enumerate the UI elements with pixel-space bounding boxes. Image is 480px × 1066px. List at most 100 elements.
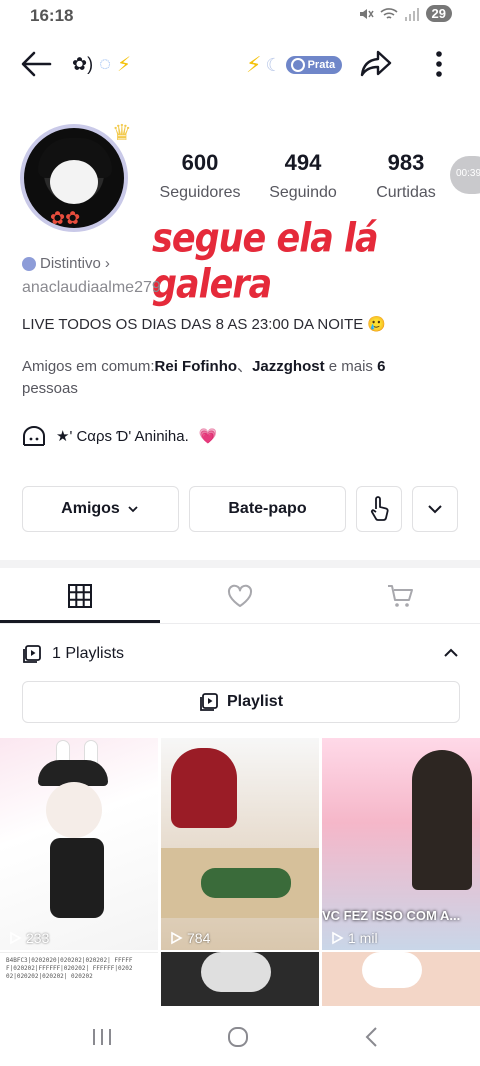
likes-count: 983 bbox=[387, 150, 425, 175]
thumbnail-head bbox=[46, 782, 102, 838]
title-symbols: ✿) bbox=[72, 54, 94, 74]
mutual-prefix: Amigos em comum: bbox=[22, 358, 155, 375]
playlist-button-label: Playlist bbox=[226, 693, 284, 710]
overlay-caption: segue ela lá galera bbox=[152, 216, 379, 308]
video-thumbnail[interactable]: 784 bbox=[161, 738, 319, 950]
video-grid: 233 784 VC FEZ ISSO COM A... 1 mil B4BFC… bbox=[0, 738, 480, 1008]
prata-badge-label: Prata bbox=[307, 59, 336, 71]
prata-badge[interactable]: Prata bbox=[285, 56, 343, 74]
arrow-left-icon bbox=[21, 51, 52, 77]
view-count: 233 bbox=[8, 930, 49, 946]
poke-button[interactable] bbox=[356, 486, 402, 532]
chevron-down-icon bbox=[428, 505, 442, 514]
profile-link-emoji: 💗 bbox=[198, 428, 218, 445]
active-tab-indicator bbox=[0, 620, 160, 623]
home-icon bbox=[228, 1027, 248, 1047]
thumbnail-legs bbox=[201, 868, 291, 898]
tab-shop[interactable] bbox=[320, 568, 480, 624]
chat-button[interactable]: Bate-papo bbox=[189, 486, 346, 532]
playlist-icon bbox=[23, 645, 41, 663]
lightning-icon: ⚡ bbox=[246, 52, 262, 77]
following-stat[interactable]: 494 Seguindo bbox=[253, 150, 353, 202]
status-icons: 29 bbox=[358, 5, 452, 22]
playlists-count-label: 1 Playlists bbox=[52, 645, 125, 662]
mute-icon bbox=[359, 8, 374, 19]
bunny-ear bbox=[201, 952, 271, 992]
playlist-button[interactable]: Playlist bbox=[22, 681, 460, 723]
mutual-count: 6 bbox=[377, 358, 386, 375]
view-count: 1 mil bbox=[330, 930, 378, 946]
wifi-icon bbox=[379, 7, 398, 19]
content-tabs bbox=[0, 568, 480, 624]
following-count: 494 bbox=[284, 150, 322, 175]
followers-stat[interactable]: 600 Seguidores bbox=[150, 150, 250, 202]
chevron-left-icon bbox=[365, 1027, 377, 1047]
play-icon bbox=[10, 931, 22, 945]
heart-icon bbox=[227, 584, 253, 607]
following-label: Seguindo bbox=[269, 184, 337, 201]
lightning-icon: ⚡ bbox=[116, 54, 132, 76]
video-thumbnail[interactable]: 233 bbox=[0, 738, 158, 950]
friends-button[interactable]: Amigos bbox=[22, 486, 179, 532]
section-divider bbox=[0, 560, 480, 568]
thumbnail-body bbox=[50, 838, 104, 918]
profile-name-decoration: ✿) ◌ ⚡ bbox=[72, 52, 131, 77]
video-thumbnail[interactable]: VC FEZ ISSO COM A... 1 mil bbox=[322, 738, 480, 950]
video-thumbnail[interactable]: B4BFC3|0202020|020202|020202| FFFFFF|020… bbox=[0, 952, 158, 1008]
grid-icon bbox=[68, 584, 92, 608]
mutual-friends[interactable]: Amigos em comum:Rei Fofinho、Jazzghost e … bbox=[22, 356, 442, 400]
bunny-ear bbox=[362, 952, 422, 988]
battery-indicator: 29 bbox=[425, 5, 452, 22]
chevron-up-icon bbox=[444, 648, 458, 657]
system-back-button[interactable] bbox=[352, 1022, 392, 1052]
video-thumbnail[interactable] bbox=[161, 952, 319, 1008]
distintivo-icon bbox=[22, 256, 36, 271]
thumbnail-hair bbox=[171, 748, 237, 828]
playlists-header[interactable]: 1 Playlists bbox=[22, 642, 460, 666]
likes-stat[interactable]: 983 Curtidas bbox=[356, 150, 456, 202]
more-vertical-icon bbox=[436, 51, 442, 77]
username: anaclaudiaalme279 bbox=[22, 279, 161, 296]
mutual-middle: e mais bbox=[324, 358, 378, 375]
share-icon bbox=[360, 50, 392, 77]
friends-button-label: Amigos bbox=[61, 500, 120, 517]
back-button[interactable] bbox=[18, 46, 58, 82]
recording-timer: 00:39 bbox=[450, 156, 480, 194]
view-count: 784 bbox=[169, 930, 210, 946]
view-count-value: 784 bbox=[187, 930, 211, 946]
play-icon bbox=[171, 931, 183, 945]
profile-link-row[interactable]: ★' Cαρs Ɗ' Aniniha. 💗 bbox=[22, 425, 217, 447]
badge-area[interactable]: ⚡ ☾ Prata bbox=[246, 52, 343, 78]
hand-pointer-icon bbox=[370, 496, 389, 521]
moon-icon: ☾ bbox=[265, 54, 282, 75]
link-icon bbox=[23, 426, 45, 446]
cart-icon bbox=[388, 585, 413, 607]
top-bar: ✿) ◌ ⚡ ⚡ ☾ Prata bbox=[0, 40, 480, 88]
mutual-friend-2: Jazzghost bbox=[252, 358, 325, 375]
tab-videos[interactable] bbox=[0, 568, 160, 624]
profile-avatar[interactable]: ♛ ✿✿ bbox=[20, 120, 132, 232]
tab-liked[interactable] bbox=[160, 568, 320, 624]
thumbnail-person bbox=[412, 750, 472, 890]
bubbles-icon: ◌ bbox=[99, 53, 111, 75]
distintivo-link[interactable]: Distintivo › bbox=[22, 255, 110, 272]
playlist-icon bbox=[200, 693, 218, 711]
profile-link-text: ★' Cαρs Ɗ' Aniniha. bbox=[56, 428, 189, 445]
view-count-value: 1 mil bbox=[348, 930, 378, 946]
home-button[interactable] bbox=[218, 1022, 258, 1052]
recent-apps-button[interactable] bbox=[82, 1022, 122, 1052]
more-options-button[interactable] bbox=[424, 46, 454, 82]
followers-label: Seguidores bbox=[159, 184, 241, 201]
mutual-suffix: pessoas bbox=[22, 380, 78, 397]
distintivo-label: Distintivo bbox=[40, 255, 101, 272]
thumbnail-caption: VC FEZ ISSO COM A... bbox=[322, 908, 461, 923]
expand-suggestions-button[interactable] bbox=[412, 486, 458, 532]
followers-count: 600 bbox=[181, 150, 219, 175]
chevron-down-icon bbox=[128, 506, 138, 513]
share-button[interactable] bbox=[358, 46, 398, 82]
video-thumbnail[interactable] bbox=[322, 952, 480, 1008]
status-bar: 16:18 29 bbox=[0, 0, 480, 34]
system-nav-bar bbox=[0, 1006, 480, 1066]
avatar-face bbox=[50, 160, 98, 204]
chevron-right-icon: › bbox=[104, 255, 110, 272]
